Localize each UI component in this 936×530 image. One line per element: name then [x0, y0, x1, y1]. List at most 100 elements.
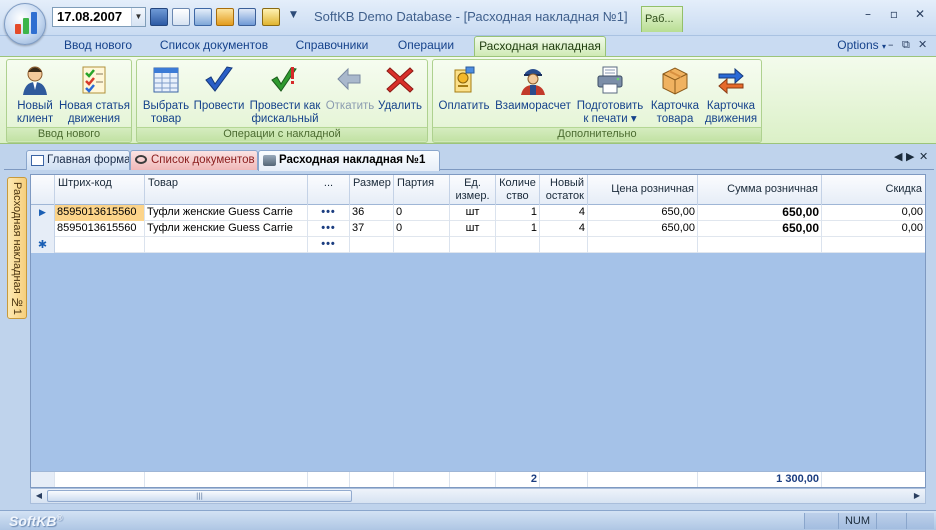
side-panel-tab[interactable]: Расходная накладная №1 [7, 177, 27, 319]
col-header-product[interactable]: Товар [145, 175, 308, 205]
scroll-right-icon[interactable]: ▶ [906, 150, 914, 163]
scroll-left-arrow-icon[interactable]: ◀ [33, 490, 45, 502]
cell-unit[interactable] [450, 237, 496, 253]
rollback-button[interactable]: Откатить [325, 62, 375, 128]
doc-tab-main-form[interactable]: Главная форма [26, 150, 130, 170]
footer-cell [145, 472, 308, 487]
options-menu[interactable]: Options ▾ [837, 38, 886, 52]
doc-tab-invoice[interactable]: Расходная накладная №1 [258, 150, 440, 171]
cell-batch[interactable] [394, 237, 450, 253]
report-icon[interactable] [262, 8, 280, 26]
cell-qty[interactable]: 1 [496, 221, 540, 237]
cell-discount[interactable] [822, 237, 925, 253]
export-icon[interactable] [194, 8, 212, 26]
mdi-restore-icon[interactable]: ⧉ [902, 38, 910, 52]
close-icon[interactable]: ✕ [908, 7, 932, 25]
cell-batch[interactable]: 0 [394, 221, 450, 237]
cell-sum[interactable]: 650,00 [698, 221, 822, 237]
cell-new-rest[interactable]: 4 [540, 221, 588, 237]
cell-barcode[interactable] [55, 237, 145, 253]
transfer-icon[interactable] [238, 8, 256, 26]
post-fiscal-button[interactable]: Провести как фискальный [245, 62, 325, 128]
col-header-barcode[interactable]: Штрих-код [55, 175, 145, 205]
mdi-close-icon[interactable]: ✕ [918, 38, 927, 51]
scroll-right-arrow-icon[interactable]: ▶ [911, 490, 923, 502]
horizontal-scrollbar[interactable]: ◀ ||| ▶ [30, 488, 926, 504]
scroll-left-icon[interactable]: ◀ [894, 150, 902, 163]
mdi-minimize-icon[interactable]: – [888, 38, 894, 51]
prepare-print-button[interactable]: Подготовить к печати ▾ [573, 62, 647, 128]
cell-product[interactable]: Туфли женские Guess Carrie [145, 205, 308, 221]
chevron-down-icon[interactable]: ▼ [131, 8, 145, 26]
tab-raskhodnaya-nakladnaya[interactable]: Расходная накладная [474, 36, 606, 56]
cell-new-rest[interactable] [540, 237, 588, 253]
pay-button[interactable]: Оплатить [435, 62, 493, 128]
product-card-button[interactable]: Карточка товара [647, 62, 703, 128]
cell-price[interactable] [588, 237, 698, 253]
tab-vvod-novogo[interactable]: Ввод нового [56, 36, 140, 56]
movement-card-button[interactable]: Карточка движения [703, 62, 759, 128]
select-product-button[interactable]: Выбрать товар [139, 62, 193, 128]
delete-button[interactable]: Удалить [375, 62, 425, 128]
cell-price[interactable]: 650,00 [588, 221, 698, 237]
cell-unit[interactable]: шт [450, 221, 496, 237]
chart-bar-icon [23, 18, 29, 34]
col-header-discount[interactable]: Скидка [822, 175, 925, 205]
brand-logo: SoftKB® [9, 513, 63, 529]
col-header-sum[interactable]: Сумма розничная [698, 175, 822, 205]
cell-sum[interactable]: 650,00 [698, 205, 822, 221]
col-header-batch[interactable]: Партия [394, 175, 450, 205]
cell-discount[interactable]: 0,00 [822, 205, 925, 221]
cell-size[interactable]: 37 [350, 221, 394, 237]
cell-unit[interactable]: шт [450, 205, 496, 221]
new-row[interactable]: ✱ ••• [31, 237, 925, 253]
col-header-size[interactable]: Размер [350, 175, 394, 205]
col-header-qty[interactable]: Количе ство [496, 175, 540, 205]
cell-new-rest[interactable]: 4 [540, 205, 588, 221]
form-icon [31, 155, 44, 166]
cell-price[interactable]: 650,00 [588, 205, 698, 221]
scrollbar-thumb[interactable]: ||| [47, 490, 352, 502]
cell-product[interactable] [145, 237, 308, 253]
col-header-dots[interactable]: ... [308, 175, 350, 205]
col-header-price[interactable]: Цена розничная [588, 175, 698, 205]
cell-batch[interactable]: 0 [394, 205, 450, 221]
cell-qty[interactable]: 1 [496, 205, 540, 221]
tab-spisok-dokumentov[interactable]: Список документов [152, 36, 276, 56]
table-row[interactable]: 8595013615560 Туфли женские Guess Carrie… [31, 221, 925, 237]
book-icon[interactable] [150, 8, 168, 26]
grid-footer-totals: 2 1 300,00 [31, 471, 925, 487]
button-label: Карточка [706, 100, 756, 112]
cell-size[interactable] [350, 237, 394, 253]
cell-select-product-button[interactable]: ••• [308, 237, 350, 253]
cell-select-product-button[interactable]: ••• [308, 205, 350, 221]
app-menu-button[interactable] [4, 3, 46, 45]
document-list-icon[interactable] [172, 8, 190, 26]
import-icon[interactable] [216, 8, 234, 26]
table-row[interactable]: ▶ 8595013615560 Туфли женские Guess Carr… [31, 205, 925, 221]
cell-product[interactable]: Туфли женские Guess Carrie [145, 221, 308, 237]
new-client-button[interactable]: Новый клиент [11, 62, 59, 128]
cell-barcode[interactable]: 8595013615560 [55, 205, 145, 221]
cell-qty[interactable] [496, 237, 540, 253]
tab-operacii[interactable]: Операции [388, 36, 464, 56]
footer-cell [588, 472, 698, 487]
doc-tab-document-list[interactable]: Список документов [130, 150, 258, 170]
col-header-unit[interactable]: Ед. измер. [450, 175, 496, 205]
cell-sum[interactable] [698, 237, 822, 253]
row-indicator-header [31, 175, 55, 205]
maximize-icon[interactable]: ▫ [882, 7, 906, 25]
cell-select-product-button[interactable]: ••• [308, 221, 350, 237]
minimize-icon[interactable]: – [856, 7, 880, 25]
tab-spravochniki[interactable]: Справочники [288, 36, 376, 56]
date-field[interactable]: 17.08.2007 ▼ [52, 7, 146, 27]
close-tab-icon[interactable]: ✕ [919, 150, 928, 163]
mutual-settlement-button[interactable]: Взаиморасчет [493, 62, 573, 128]
quick-access-more-icon[interactable]: ▼ [290, 10, 297, 20]
post-button[interactable]: Провести [193, 62, 245, 128]
cell-size[interactable]: 36 [350, 205, 394, 221]
cell-barcode[interactable]: 8595013615560 [55, 221, 145, 237]
cell-discount[interactable]: 0,00 [822, 221, 925, 237]
new-movement-item-button[interactable]: Новая статья движения [59, 62, 130, 128]
col-header-new-rest[interactable]: Новый остаток [540, 175, 588, 205]
